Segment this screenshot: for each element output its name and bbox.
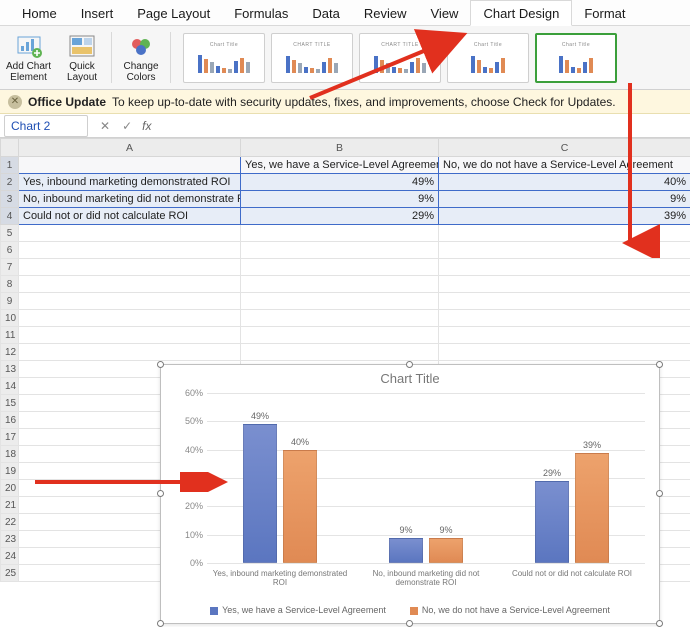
fx-icon: fx bbox=[138, 119, 155, 133]
row-header[interactable]: 22 bbox=[1, 514, 19, 531]
row-header[interactable]: 7 bbox=[1, 259, 19, 276]
tab-format[interactable]: Format bbox=[572, 1, 637, 25]
fx-cancel-button[interactable]: ✕ bbox=[94, 119, 116, 133]
cell-a3[interactable]: No, inbound marketing did not demonstrat… bbox=[19, 191, 241, 208]
tab-formulas[interactable]: Formulas bbox=[222, 1, 300, 25]
chart-style-gallery: Chart Title CHART TITLE CHART TITLE Char… bbox=[175, 26, 625, 89]
menu-tabs: Home Insert Page Layout Formulas Data Re… bbox=[0, 0, 690, 26]
cell-a2[interactable]: Yes, inbound marketing demonstrated ROI bbox=[19, 174, 241, 191]
chart-style-3[interactable]: CHART TITLE bbox=[359, 33, 441, 83]
row-header[interactable]: 11 bbox=[1, 327, 19, 344]
legend-item-0[interactable]: Yes, we have a Service-Level Agreement bbox=[210, 605, 386, 615]
close-icon[interactable]: ✕ bbox=[8, 95, 22, 109]
change-colors-label: Change Colors bbox=[124, 61, 159, 83]
chart-title[interactable]: Chart Title bbox=[161, 365, 659, 388]
row-header[interactable]: 8 bbox=[1, 276, 19, 293]
cell-a4[interactable]: Could not or did not calculate ROI bbox=[19, 208, 241, 225]
cell-b3[interactable]: 9% bbox=[241, 191, 439, 208]
formula-input[interactable] bbox=[155, 115, 690, 137]
tab-review[interactable]: Review bbox=[352, 1, 419, 25]
formula-bar: Chart 2 ✕ ✓ fx bbox=[0, 114, 690, 138]
add-chart-element-button[interactable]: Add Chart Element bbox=[0, 26, 57, 89]
name-box[interactable]: Chart 2 bbox=[4, 115, 88, 137]
row-header[interactable]: 23 bbox=[1, 531, 19, 548]
row-header[interactable]: 18 bbox=[1, 446, 19, 463]
chart-style-5[interactable]: Chart Title bbox=[535, 33, 617, 83]
row-header[interactable]: 17 bbox=[1, 429, 19, 446]
row-header[interactable]: 19 bbox=[1, 463, 19, 480]
row-header[interactable]: 5 bbox=[1, 225, 19, 242]
row-header[interactable]: 25 bbox=[1, 565, 19, 582]
quick-layout-button[interactable]: Quick Layout bbox=[57, 26, 107, 89]
row-header[interactable]: 14 bbox=[1, 378, 19, 395]
tab-chart-design[interactable]: Chart Design bbox=[470, 0, 572, 26]
cell-b4[interactable]: 29% bbox=[241, 208, 439, 225]
cell-c1[interactable]: No, we do not have a Service-Level Agree… bbox=[439, 157, 690, 174]
row-header[interactable]: 16 bbox=[1, 412, 19, 429]
quick-layout-icon bbox=[67, 33, 97, 59]
chart-style-2[interactable]: CHART TITLE bbox=[271, 33, 353, 83]
row-header[interactable]: 1 bbox=[1, 157, 19, 174]
row-header[interactable]: 13 bbox=[1, 361, 19, 378]
cell-c2[interactable]: 40% bbox=[439, 174, 690, 191]
row-header[interactable]: 3 bbox=[1, 191, 19, 208]
row-header[interactable]: 15 bbox=[1, 395, 19, 412]
chart-plot-area[interactable]: 0%10%20%30%40%50%60%49%40%Yes, inbound m… bbox=[207, 393, 645, 563]
add-chart-element-label: Add Chart Element bbox=[6, 61, 51, 83]
col-header-b[interactable]: B bbox=[241, 139, 439, 157]
cell-c4[interactable]: 39% bbox=[439, 208, 690, 225]
col-header-c[interactable]: C bbox=[439, 139, 690, 157]
row-header[interactable]: 9 bbox=[1, 293, 19, 310]
row-header[interactable]: 21 bbox=[1, 497, 19, 514]
spreadsheet-grid[interactable]: A B C 1 Yes, we have a Service-Level Agr… bbox=[0, 138, 690, 582]
chart-legend[interactable]: Yes, we have a Service-Level Agreement N… bbox=[161, 605, 659, 615]
update-title: Office Update bbox=[28, 95, 106, 109]
row-header[interactable]: 20 bbox=[1, 480, 19, 497]
row-header[interactable]: 10 bbox=[1, 310, 19, 327]
office-update-banner: ✕ Office Update To keep up-to-date with … bbox=[0, 90, 690, 114]
embedded-chart[interactable]: Chart Title 0%10%20%30%40%50%60%49%40%Ye… bbox=[160, 364, 660, 624]
cell-b1[interactable]: Yes, we have a Service-Level Agreement bbox=[241, 157, 439, 174]
chart-style-1[interactable]: Chart Title bbox=[183, 33, 265, 83]
tab-view[interactable]: View bbox=[419, 1, 471, 25]
cell-a1[interactable] bbox=[19, 157, 241, 174]
row-header[interactable]: 24 bbox=[1, 548, 19, 565]
col-header-a[interactable]: A bbox=[19, 139, 241, 157]
cell-c3[interactable]: 9% bbox=[439, 191, 690, 208]
legend-item-1[interactable]: No, we do not have a Service-Level Agree… bbox=[410, 605, 610, 615]
cell-b2[interactable]: 49% bbox=[241, 174, 439, 191]
chart-style-4[interactable]: Chart Title bbox=[447, 33, 529, 83]
quick-layout-label: Quick Layout bbox=[67, 61, 97, 83]
corner-cell[interactable] bbox=[1, 139, 19, 157]
tab-page-layout[interactable]: Page Layout bbox=[125, 1, 222, 25]
change-colors-icon bbox=[126, 33, 156, 59]
row-header[interactable]: 6 bbox=[1, 242, 19, 259]
add-chart-element-icon bbox=[14, 33, 44, 59]
tab-insert[interactable]: Insert bbox=[69, 1, 126, 25]
fx-confirm-button[interactable]: ✓ bbox=[116, 119, 138, 133]
change-colors-button[interactable]: Change Colors bbox=[116, 26, 166, 89]
row-header[interactable]: 12 bbox=[1, 344, 19, 361]
ribbon: Add Chart Element Quick Layout Change Co… bbox=[0, 26, 690, 90]
tab-home[interactable]: Home bbox=[10, 1, 69, 25]
row-header[interactable]: 4 bbox=[1, 208, 19, 225]
tab-data[interactable]: Data bbox=[300, 1, 351, 25]
row-header[interactable]: 2 bbox=[1, 174, 19, 191]
update-text: To keep up-to-date with security updates… bbox=[112, 95, 616, 109]
